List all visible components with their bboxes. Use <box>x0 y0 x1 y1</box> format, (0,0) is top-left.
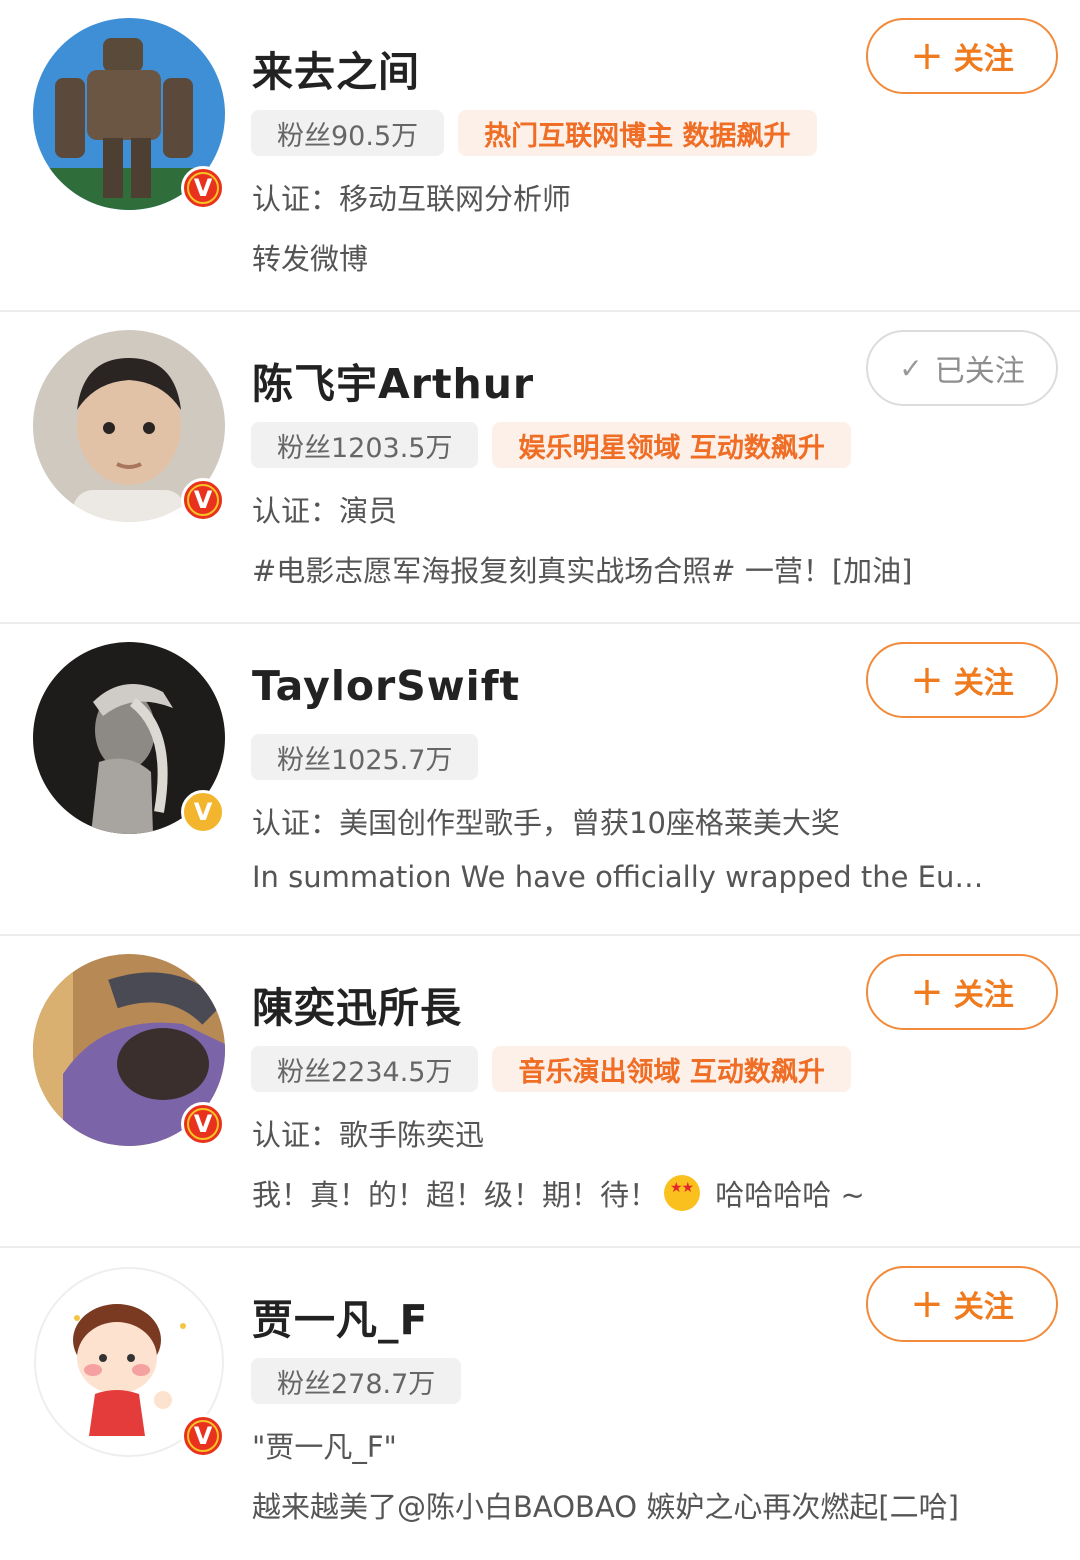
fans-prefix: 粉丝 <box>277 1056 331 1088</box>
follow-button[interactable]: + 关注 <box>866 642 1058 718</box>
verified-badge-icon: V <box>181 478 225 522</box>
fans-value: 1203.5万 <box>331 432 453 464</box>
follow-label: 关注 <box>953 666 1014 701</box>
user-row[interactable]: V 陳奕迅所長 + 关注 粉丝 2234.5万 音乐演出领域 互动数飙升 认证：… <box>0 936 1080 1248</box>
follow-button[interactable]: + 关注 <box>866 18 1058 94</box>
follow-button[interactable]: + 关注 <box>866 1266 1058 1342</box>
latest-post-text[interactable]: In summation We have officially wrapped … <box>252 860 1052 894</box>
user-name[interactable]: 陳奕迅所長 <box>252 974 462 1034</box>
certification-text: 认证：美国创作型歌手，曾获10座格莱美大奖 <box>252 806 840 840</box>
fans-value: 278.7万 <box>331 1368 436 1400</box>
certification-text: 认证：演员 <box>252 494 398 528</box>
plus-icon: + <box>910 1281 944 1327</box>
user-row[interactable]: V 来去之间 + 关注 粉丝 90.5万 热门互联网博主 数据飙升 认证：移动互… <box>0 0 1080 312</box>
tag-row: 粉丝 278.7万 <box>251 1358 462 1406</box>
verified-badge-icon: V <box>181 166 225 210</box>
post-text-before: 我！真！的！超！级！期！待！ <box>252 1178 659 1212</box>
user-row[interactable]: V 贾一凡_F + 关注 粉丝 278.7万 "贾一凡_F" 越来越美了@陈小白… <box>0 1248 1080 1560</box>
fans-value: 90.5万 <box>331 120 419 152</box>
user-name[interactable]: 来去之间 <box>252 38 420 98</box>
follow-label: 关注 <box>953 42 1014 77</box>
latest-post-text[interactable]: 转发微博 <box>252 236 1052 278</box>
user-row[interactable]: V TaylorSwift + 关注 粉丝 1025.7万 认证：美国创作型歌手… <box>0 624 1080 936</box>
fans-count-badge: 粉丝 278.7万 <box>251 1358 462 1404</box>
fans-prefix: 粉丝 <box>277 1368 331 1400</box>
post-text-after: 哈哈哈哈 ~ <box>706 1178 865 1212</box>
fans-count-badge: 粉丝 90.5万 <box>251 110 445 156</box>
verified-badge-icon: V <box>181 1102 225 1146</box>
trending-tag[interactable]: 热门互联网博主 数据飙升 <box>458 110 817 156</box>
certification-text: 认证：移动互联网分析师 <box>252 182 572 216</box>
fans-prefix: 粉丝 <box>277 120 331 152</box>
plus-icon: + <box>910 657 944 703</box>
trending-tag[interactable]: 音乐演出领域 互动数飙升 <box>492 1046 851 1092</box>
fans-count-badge: 粉丝 1025.7万 <box>251 734 479 780</box>
verified-badge-icon: V <box>181 1414 225 1458</box>
check-icon: ✓ <box>899 351 923 385</box>
tag-row: 粉丝 1203.5万 娱乐明星领域 互动数飙升 <box>251 422 851 470</box>
star-eyes-emoji-icon <box>664 1175 701 1211</box>
tag-row: 粉丝 90.5万 热门互联网博主 数据飙升 <box>251 110 817 158</box>
user-name[interactable]: 陈飞宇Arthur <box>252 350 534 410</box>
verified-badge-icon: V <box>181 790 225 834</box>
fans-prefix: 粉丝 <box>277 432 331 464</box>
follow-button[interactable]: + 关注 <box>866 954 1058 1030</box>
fans-count-badge: 粉丝 2234.5万 <box>251 1046 479 1092</box>
follow-label: 关注 <box>953 1290 1014 1325</box>
fans-prefix: 粉丝 <box>277 744 331 776</box>
latest-post-text[interactable]: 越来越美了@陈小白BAOBAO 嫉妒之心再次燃起[二哈] <box>252 1484 1052 1526</box>
plus-icon: + <box>910 33 944 79</box>
plus-icon: + <box>910 969 944 1015</box>
followed-button[interactable]: ✓ 已关注 <box>866 330 1058 406</box>
followed-label: 已关注 <box>934 354 1025 389</box>
user-row[interactable]: V 陈飞宇Arthur ✓ 已关注 粉丝 1203.5万 娱乐明星领域 互动数飙… <box>0 312 1080 624</box>
trending-tag[interactable]: 娱乐明星领域 互动数飙升 <box>492 422 851 468</box>
tag-row: 粉丝 2234.5万 音乐演出领域 互动数飙升 <box>251 1046 851 1094</box>
latest-post-text[interactable]: #电影志愿军海报复刻真实战场合照# 一营！[加油] <box>252 548 1052 590</box>
fans-value: 2234.5万 <box>331 1056 453 1088</box>
certification-text: "贾一凡_F" <box>252 1430 397 1464</box>
user-name[interactable]: 贾一凡_F <box>252 1286 429 1346</box>
user-list: V 来去之间 + 关注 粉丝 90.5万 热门互联网博主 数据飙升 认证：移动互… <box>0 0 1080 1560</box>
certification-text: 认证：歌手陈奕迅 <box>252 1118 485 1152</box>
follow-label: 关注 <box>953 978 1014 1013</box>
tag-row: 粉丝 1025.7万 <box>251 734 479 782</box>
latest-post-text[interactable]: 我！真！的！超！级！期！待！ 哈哈哈哈 ~ <box>252 1172 1052 1214</box>
fans-value: 1025.7万 <box>331 744 453 776</box>
user-name[interactable]: TaylorSwift <box>252 662 520 710</box>
fans-count-badge: 粉丝 1203.5万 <box>251 422 479 468</box>
